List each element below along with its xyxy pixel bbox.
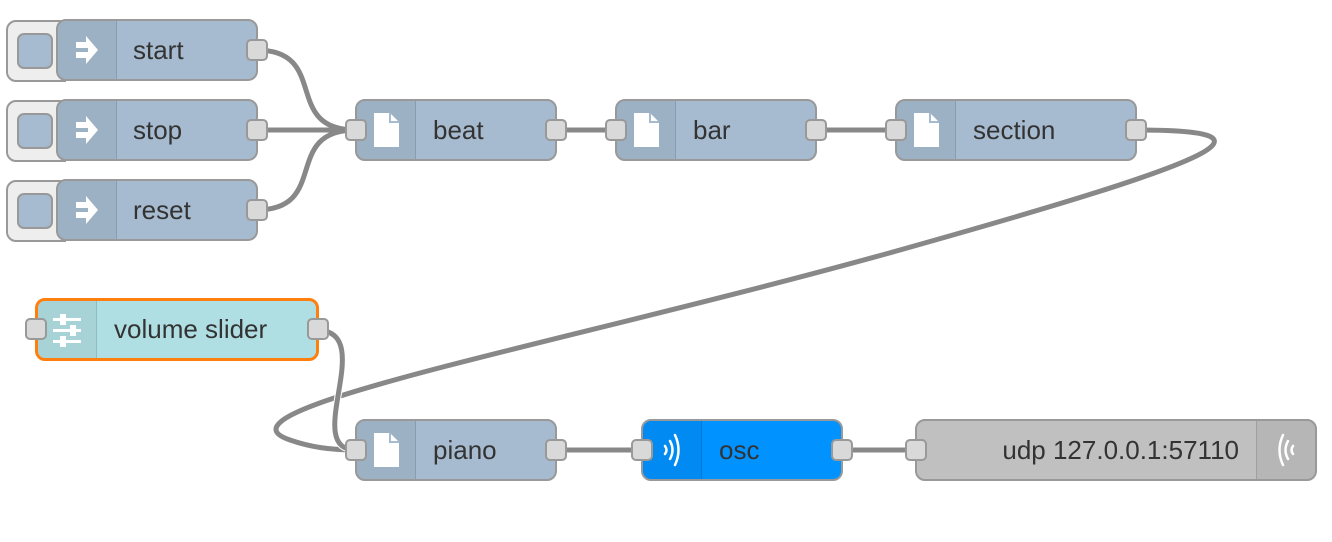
node-stop[interactable]: stop <box>56 99 268 161</box>
input-port[interactable] <box>885 119 907 141</box>
node-beat[interactable]: beat <box>345 99 567 161</box>
input-port[interactable] <box>605 119 627 141</box>
wire-section-piano[interactable] <box>273 127 1217 453</box>
node-label: piano <box>433 434 497 465</box>
node-section[interactable]: section <box>885 99 1147 161</box>
node-label: volume slider <box>114 314 268 344</box>
node-label: reset <box>133 194 191 225</box>
input-port[interactable] <box>25 318 47 340</box>
output-port[interactable] <box>246 199 268 221</box>
arrow-in-icon <box>58 21 117 79</box>
arrow-in-icon <box>58 101 117 159</box>
inject-button-face[interactable] <box>17 113 53 149</box>
node-bar[interactable]: bar <box>605 99 827 161</box>
inject-button-face[interactable] <box>17 33 53 69</box>
inject-button-face[interactable] <box>17 193 53 229</box>
input-port[interactable] <box>345 439 367 461</box>
output-port[interactable] <box>545 439 567 461</box>
output-port[interactable] <box>307 318 329 340</box>
node-label: bar <box>693 114 731 145</box>
node-udp-out[interactable]: udp 127.0.0.1:57110 <box>905 419 1317 481</box>
node-volume-slider[interactable]: volume slider <box>25 298 329 361</box>
node-label: section <box>973 114 1056 145</box>
output-port[interactable] <box>545 119 567 141</box>
output-port[interactable] <box>831 439 853 461</box>
output-port[interactable] <box>1125 119 1147 141</box>
output-port[interactable] <box>805 119 827 141</box>
node-label: start <box>133 34 184 65</box>
node-label: beat <box>433 114 484 145</box>
node-osc[interactable]: osc <box>631 419 853 481</box>
input-port[interactable] <box>905 439 927 461</box>
node-start[interactable]: start <box>56 19 268 81</box>
node-reset[interactable]: reset <box>56 179 268 241</box>
wire-reset-beat[interactable] <box>255 127 357 213</box>
arrow-in-icon <box>58 181 117 239</box>
wire-start-beat[interactable] <box>255 47 357 133</box>
output-port[interactable] <box>246 39 268 61</box>
node-piano[interactable]: piano <box>345 419 567 481</box>
node-label: stop <box>133 114 183 145</box>
input-port[interactable] <box>345 119 367 141</box>
node-label: udp 127.0.0.1:57110 <box>1002 434 1239 465</box>
bridge-icon <box>1256 421 1315 479</box>
node-label: osc <box>719 434 760 465</box>
input-port[interactable] <box>631 439 653 461</box>
output-port[interactable] <box>246 119 268 141</box>
